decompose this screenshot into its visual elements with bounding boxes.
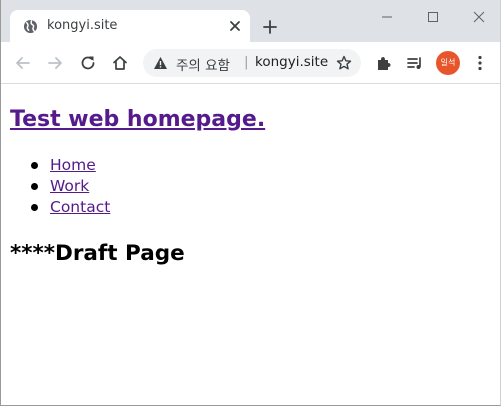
three-dot-menu-icon[interactable] — [471, 54, 489, 72]
nav-list: Home Work Contact — [10, 155, 110, 218]
minimize-icon[interactable] — [379, 9, 395, 25]
puzzle-icon[interactable] — [374, 54, 392, 72]
list-bullet — [31, 204, 38, 211]
site-title-link[interactable]: Test web homepage. — [10, 107, 265, 132]
window-close-icon[interactable] — [471, 9, 487, 25]
nav-item-contact: Contact — [10, 197, 110, 218]
nav-link-contact[interactable]: Contact — [50, 198, 110, 216]
url-text[interactable]: kongyi.site — [255, 54, 328, 70]
tab-close-icon[interactable] — [228, 19, 242, 33]
browser-window: kongyi.site 주의 요함 | kongyi.site 일석 Test … — [0, 0, 501, 406]
security-warning-label[interactable]: 주의 요함 — [176, 54, 230, 74]
list-bullet — [31, 162, 38, 169]
page-content: Test web homepage. Home Work Contact ***… — [1, 84, 500, 405]
back-arrow-icon[interactable] — [14, 54, 32, 72]
draft-page-heading: ****Draft Page — [10, 241, 185, 266]
browser-toolbar: 주의 요함 | kongyi.site 일석 — [1, 42, 500, 84]
nav-link-work[interactable]: Work — [50, 177, 89, 195]
maximize-icon[interactable] — [425, 9, 441, 25]
home-icon[interactable] — [111, 54, 129, 72]
star-icon[interactable] — [336, 55, 352, 71]
tab-strip: kongyi.site — [1, 0, 500, 42]
new-tab-plus-icon[interactable] — [262, 19, 278, 35]
media-queue-icon[interactable] — [406, 54, 424, 72]
tab-title: kongyi.site — [47, 18, 118, 33]
tab-kongyi[interactable]: kongyi.site — [10, 10, 250, 42]
forward-arrow-icon[interactable] — [46, 54, 64, 72]
nav-item-home: Home — [10, 155, 110, 176]
list-bullet — [31, 183, 38, 190]
warning-icon[interactable] — [153, 56, 168, 70]
nav-item-work: Work — [10, 176, 110, 197]
omnibox-separator: | — [244, 54, 249, 70]
globe-icon — [23, 19, 38, 34]
reload-icon[interactable] — [79, 54, 97, 72]
address-bar[interactable]: 주의 요함 | kongyi.site — [143, 49, 361, 77]
profile-avatar[interactable]: 일석 — [436, 51, 460, 75]
nav-link-home[interactable]: Home — [50, 156, 96, 174]
